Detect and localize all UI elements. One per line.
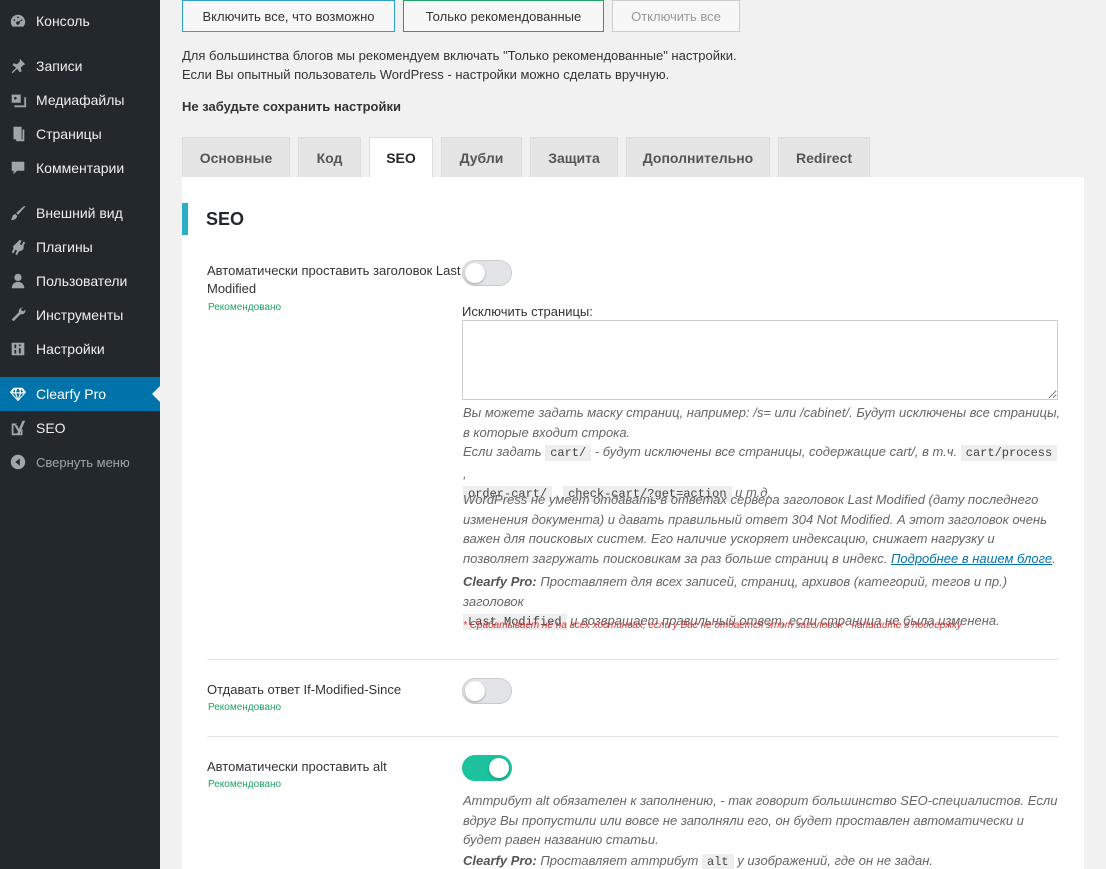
divider (207, 659, 1059, 660)
sidebar-item-clearfy-pro[interactable]: Clearfy Pro (0, 377, 160, 411)
tab-seo[interactable]: SEO (369, 137, 433, 178)
if-modified-since-label: Отдавать ответ If-Modified-Since (207, 682, 402, 697)
if-modified-since-toggle[interactable] (462, 678, 512, 704)
tab-protection[interactable]: Защита (530, 137, 618, 177)
pages-icon (0, 125, 36, 143)
sidebar-item-label: Консоль (36, 13, 90, 29)
hosting-warning: * Срабатывает не на всех хостингах, если… (463, 620, 962, 631)
sidebar-item-label: Внешний вид (36, 205, 123, 221)
intro-text-line2: Если Вы опытный пользователь WordPress -… (182, 67, 670, 82)
sidebar-item-label: Медиафайлы (36, 92, 125, 108)
settings-panel: SEO Автоматически проставить заголовок L… (182, 177, 1084, 869)
recommended-badge: Рекомендовано (208, 779, 282, 790)
diamond-icon (0, 385, 36, 403)
dashboard-icon (0, 12, 36, 30)
section-accent-bar (182, 203, 188, 235)
settings-icon (0, 340, 36, 358)
tab-additional[interactable]: Дополнительно (626, 137, 770, 177)
tab-redirect[interactable]: Redirect (778, 137, 870, 177)
recommended-only-button[interactable]: Только рекомендованные (403, 0, 604, 32)
sidebar-item-console[interactable]: Консоль (0, 4, 160, 38)
sidebar-item-plugins[interactable]: Плагины (0, 230, 160, 264)
sidebar-item-label: Clearfy Pro (36, 386, 107, 402)
enable-all-button[interactable]: Включить все, что возможно (182, 0, 395, 32)
intro-text-line1: Для большинства блогов мы рекомендуем вк… (182, 48, 737, 63)
comments-icon (0, 159, 36, 177)
admin-sidebar: Консоль Записи Медиафайлы Страницы Комме… (0, 0, 160, 869)
last-modified-description: WordPress не умеет отдавать в ответах се… (463, 492, 1056, 566)
sidebar-item-posts[interactable]: Записи (0, 49, 160, 83)
last-modified-label: Автоматически проставить заголовок Last … (207, 263, 461, 296)
sidebar-item-comments[interactable]: Комментарии (0, 151, 160, 185)
clearfy-pro-alt-note: Clearfy Pro: Проставляет аттрибут alt у … (463, 853, 934, 869)
sidebar-item-label: Записи (36, 58, 83, 74)
sidebar-item-appearance[interactable]: Внешний вид (0, 196, 160, 230)
sidebar-item-seo[interactable]: SEO (0, 411, 160, 445)
tab-code[interactable]: Код (298, 137, 361, 177)
auto-alt-toggle[interactable] (462, 755, 512, 781)
sidebar-item-pages[interactable]: Страницы (0, 117, 160, 151)
collapse-menu-button[interactable]: Свернуть меню (0, 445, 160, 479)
sidebar-item-media[interactable]: Медиафайлы (0, 83, 160, 117)
last-modified-toggle[interactable] (462, 260, 512, 286)
brush-icon (0, 204, 36, 222)
section-title: SEO (206, 209, 245, 229)
sidebar-item-users[interactable]: Пользователи (0, 264, 160, 298)
disable-all-button[interactable]: Отключить все (612, 0, 740, 32)
wrench-icon (0, 306, 36, 324)
sidebar-item-label: Плагины (36, 239, 93, 255)
sidebar-item-label: SEO (36, 420, 66, 436)
sidebar-item-label: Пользователи (36, 273, 128, 289)
divider (207, 736, 1059, 737)
collapse-icon (0, 453, 36, 471)
recommended-badge: Рекомендовано (208, 302, 282, 313)
auto-alt-label: Автоматически проставить alt (207, 759, 387, 774)
recommended-badge: Рекомендовано (208, 702, 282, 713)
tab-duplicates[interactable]: Дубли (441, 137, 522, 177)
tab-basic[interactable]: Основные (182, 137, 290, 177)
sidebar-item-label: Комментарии (36, 160, 125, 176)
plugin-icon (0, 238, 36, 256)
sidebar-item-label: Свернуть меню (36, 454, 130, 470)
sidebar-item-label: Страницы (36, 126, 102, 142)
sidebar-item-label: Инструменты (36, 307, 124, 323)
media-icon (0, 91, 36, 109)
auto-alt-description: Аттрибут alt обязателен к заполнению, - … (463, 793, 1058, 847)
sidebar-item-tools[interactable]: Инструменты (0, 298, 160, 332)
yoast-icon (0, 419, 36, 437)
exclude-pages-label: Исключить страницы: (462, 304, 593, 319)
exclude-pages-textarea[interactable] (462, 320, 1058, 400)
sidebar-item-settings[interactable]: Настройки (0, 332, 160, 366)
sidebar-item-label: Настройки (36, 341, 105, 357)
blog-link[interactable]: Подробнее в нашем блоге (891, 551, 1052, 566)
save-reminder: Не забудьте сохранить настройки (182, 99, 401, 114)
pin-icon (0, 57, 36, 75)
users-icon (0, 272, 36, 290)
